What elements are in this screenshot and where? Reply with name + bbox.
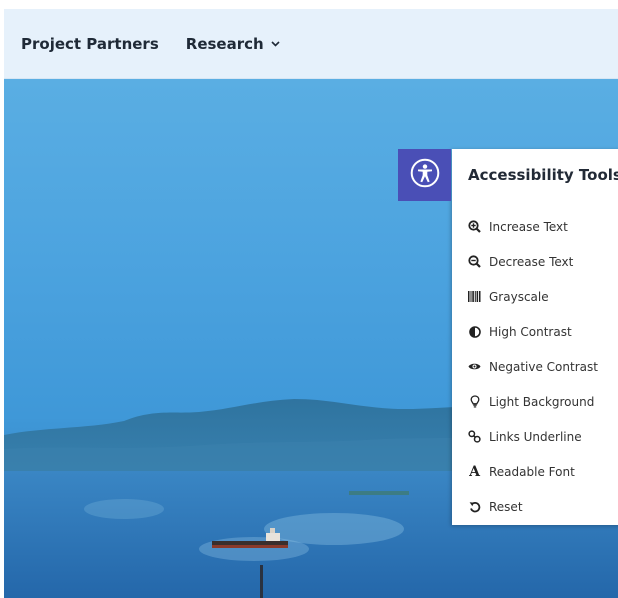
tool-readable-font[interactable]: A Readable Font	[468, 454, 598, 489]
font-icon: A	[469, 463, 480, 480]
accessibility-tools-panel: Accessibility Tools Increase Text Decrea…	[452, 149, 618, 525]
top-navigation: Project Partners Research	[4, 9, 618, 79]
tool-links-underline-label: Links Underline	[489, 429, 582, 444]
accessibility-tools-list: Increase Text Decrease Text Grayscale Hi…	[468, 209, 598, 524]
tool-negative-contrast[interactable]: Negative Contrast	[468, 349, 598, 384]
tool-light-background[interactable]: Light Background	[468, 384, 598, 419]
tool-high-contrast-label: High Contrast	[489, 324, 572, 339]
link-icon	[468, 430, 481, 443]
tool-links-underline[interactable]: Links Underline	[468, 419, 598, 454]
accessibility-icon	[410, 158, 440, 192]
tool-grayscale[interactable]: Grayscale	[468, 279, 598, 314]
zoom-in-icon	[468, 220, 481, 233]
nav-project-partners[interactable]: Project Partners	[21, 35, 159, 53]
page: Project Partners Research Accessibility …	[4, 9, 618, 598]
zoom-out-icon	[468, 255, 481, 268]
reset-icon	[468, 500, 481, 513]
tool-decrease-text[interactable]: Decrease Text	[468, 244, 598, 279]
lightbulb-icon	[468, 395, 481, 408]
tool-readable-font-label: Readable Font	[489, 464, 575, 479]
tool-high-contrast[interactable]: High Contrast	[468, 314, 598, 349]
tool-grayscale-label: Grayscale	[489, 289, 549, 304]
barcode-icon	[468, 290, 481, 303]
nav-research[interactable]: Research	[186, 35, 280, 53]
contrast-icon	[468, 325, 481, 338]
tool-light-background-label: Light Background	[489, 394, 595, 409]
eye-icon	[468, 360, 481, 373]
tool-increase-text[interactable]: Increase Text	[468, 209, 598, 244]
tool-reset-label: Reset	[489, 499, 523, 514]
tool-decrease-text-label: Decrease Text	[489, 254, 574, 269]
tool-increase-text-label: Increase Text	[489, 219, 568, 234]
tool-reset[interactable]: Reset	[468, 489, 598, 524]
nav-research-label: Research	[185, 34, 264, 53]
accessibility-toggle-button[interactable]	[398, 149, 451, 201]
tool-negative-contrast-label: Negative Contrast	[489, 359, 598, 374]
nav-project-partners-label: Project Partners	[21, 34, 159, 53]
chevron-down-icon	[271, 37, 280, 50]
panel-title: Accessibility Tools	[468, 166, 618, 184]
